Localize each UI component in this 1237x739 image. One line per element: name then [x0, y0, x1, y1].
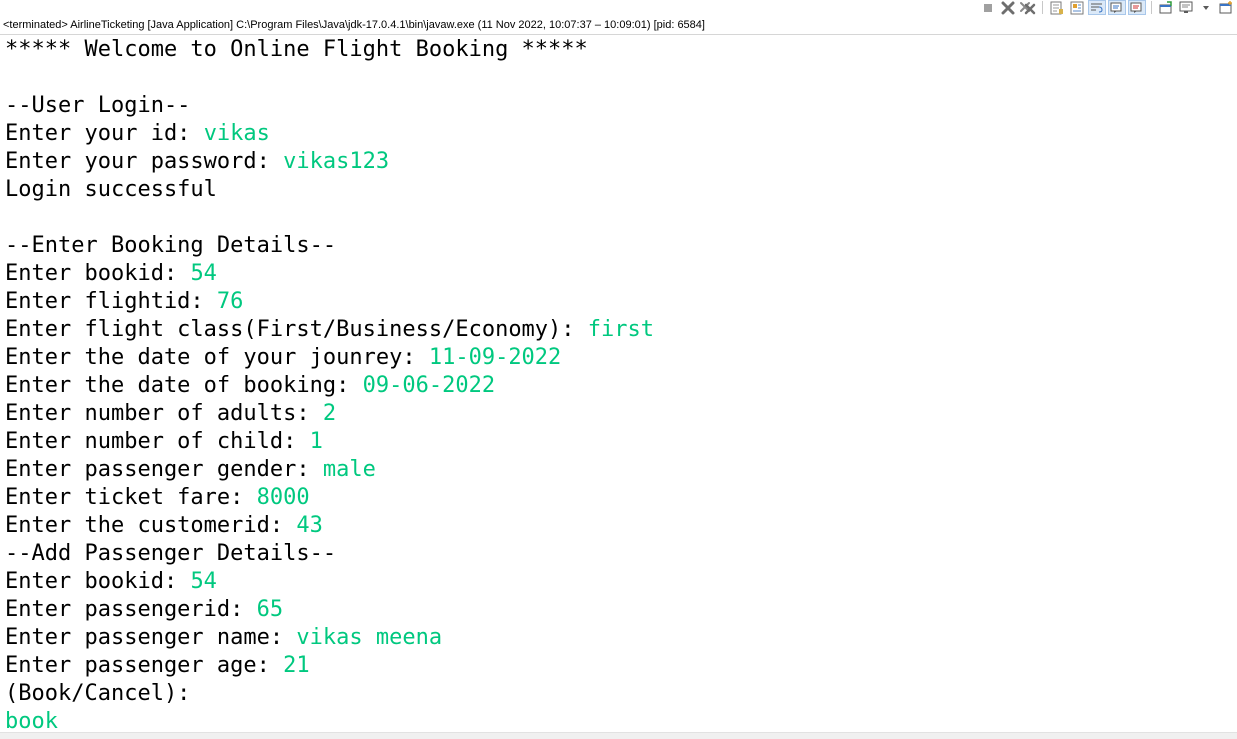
console-line: Enter flight class(First/Business/Econom…	[5, 316, 1237, 344]
dropdown-arrow-icon	[1203, 5, 1209, 10]
console-user-input: 54	[190, 261, 217, 286]
console-line: Enter the customerid: 43	[5, 512, 1237, 540]
process-status-label: <terminated> AirlineTicketing [Java Appl…	[3, 19, 705, 31]
toolbar-separator	[1151, 1, 1152, 14]
console-line: --User Login--	[5, 92, 1237, 120]
console-output-text: Enter passenger gender:	[5, 457, 323, 482]
console-line: Enter bookid: 54	[5, 260, 1237, 288]
console-line: Enter passenger name: vikas meena	[5, 624, 1237, 652]
pin-console-icon	[1159, 1, 1172, 14]
console-output-text: Enter your password:	[5, 149, 284, 174]
console-output-text: --Add Passenger Details--	[5, 541, 337, 566]
console-output-text: Enter the date of your jounrey:	[5, 345, 429, 370]
console-output[interactable]: ***** Welcome to Online Flight Booking *…	[5, 36, 1237, 732]
console-user-input: 43	[296, 513, 323, 538]
console-user-input: 09-06-2022	[362, 373, 496, 398]
remove-launch-icon	[1001, 1, 1015, 14]
horizontal-scrollbar[interactable]	[0, 732, 1237, 739]
word-wrap-icon	[1091, 3, 1103, 13]
console-user-input: book	[5, 709, 58, 732]
toolbar-separator	[1042, 1, 1043, 14]
open-console-icon	[1219, 1, 1232, 14]
console-line: Enter number of child: 1	[5, 428, 1237, 456]
open-console-button[interactable]	[1217, 0, 1235, 15]
console-user-input: 65	[256, 597, 284, 622]
console-output-text: Enter flight class(First/Business/Econom…	[5, 317, 588, 342]
console-output-text: Enter flightid:	[5, 289, 217, 314]
console-header: <terminated> AirlineTicketing [Java Appl…	[0, 0, 1237, 35]
terminate-icon	[984, 3, 992, 12]
clear-console-icon	[1050, 1, 1063, 14]
show-when-stderr-icon	[1130, 2, 1142, 13]
console-user-input: first	[587, 317, 655, 342]
pin-console-button[interactable]	[1157, 0, 1175, 15]
console-output-text: Enter number of child:	[5, 429, 310, 454]
console-line: Enter the date of your jounrey: 11-09-20…	[5, 344, 1237, 372]
console-user-input: 54	[190, 569, 217, 594]
console-output-text: Enter passenger age:	[5, 653, 284, 678]
console-line: Enter flightid: 76	[5, 288, 1237, 316]
console-user-input: male	[322, 457, 376, 482]
console-output-text: Login successful	[5, 177, 217, 202]
console-output-text: Enter number of adults:	[5, 401, 323, 426]
console-line: Enter passenger age: 21	[5, 652, 1237, 680]
console-output-text: Enter passenger name:	[5, 625, 297, 650]
console-output-text: ***** Welcome to Online Flight Booking *…	[5, 37, 588, 62]
console-output-text: Enter bookid:	[5, 261, 191, 286]
console-user-input: vikas123	[283, 149, 390, 174]
console-user-input: 21	[283, 653, 310, 678]
console-output-text: Enter passengerid:	[5, 597, 257, 622]
remove-all-terminated-icon	[1020, 1, 1036, 14]
console-line: Enter passenger gender: male	[5, 456, 1237, 484]
word-wrap-button[interactable]	[1088, 0, 1106, 15]
scroll-lock-icon	[1070, 1, 1084, 14]
remove-all-terminated-button[interactable]	[1019, 0, 1037, 15]
console-output-text: --Enter Booking Details--	[5, 233, 337, 258]
console-user-input: vikas	[203, 121, 270, 146]
scroll-lock-button[interactable]	[1068, 0, 1086, 15]
console-line: --Enter Booking Details--	[5, 232, 1237, 260]
show-console-stderr-button[interactable]	[1128, 0, 1146, 15]
display-console-dropdown[interactable]	[1197, 0, 1215, 15]
console-user-input: vikas meena	[296, 625, 443, 650]
terminate-button[interactable]	[979, 0, 997, 15]
console-line: Enter the date of booking: 09-06-2022	[5, 372, 1237, 400]
clear-console-button[interactable]	[1048, 0, 1066, 15]
console-output-text: (Book/Cancel):	[5, 681, 204, 706]
console-line: Enter ticket fare: 8000	[5, 484, 1237, 512]
console-user-input: 11-09-2022	[428, 345, 562, 370]
console-user-input: 2	[322, 401, 337, 426]
show-console-stdout-button[interactable]	[1108, 0, 1126, 15]
console-line: Enter your id: vikas	[5, 120, 1237, 148]
console-output-text: Enter the customerid:	[5, 513, 297, 538]
console-line: Enter your password: vikas123	[5, 148, 1237, 176]
console-output-text: Enter ticket fare:	[5, 485, 257, 510]
console-output-text: Enter your id:	[5, 121, 204, 146]
display-console-icon	[1179, 1, 1193, 13]
console-output-text: Enter bookid:	[5, 569, 191, 594]
console-line: --Add Passenger Details--	[5, 540, 1237, 568]
console-output-text: Enter the date of booking:	[5, 373, 363, 398]
console-toolbar	[979, 0, 1235, 15]
console-output-text: --User Login--	[5, 93, 191, 118]
console-line: Enter bookid: 54	[5, 568, 1237, 596]
console-user-input: 1	[309, 429, 323, 454]
console-line: ***** Welcome to Online Flight Booking *…	[5, 36, 1237, 64]
console-line: (Book/Cancel):	[5, 680, 1237, 708]
console-user-input: 76	[216, 289, 244, 314]
console-user-input: 8000	[256, 485, 310, 510]
console-line: Enter number of adults: 2	[5, 400, 1237, 428]
show-when-stdout-icon	[1110, 2, 1122, 13]
console-view: <terminated> AirlineTicketing [Java Appl…	[0, 0, 1237, 739]
console-line: book	[5, 708, 1237, 732]
console-line: Enter passengerid: 65	[5, 596, 1237, 624]
display-console-button[interactable]	[1177, 0, 1195, 15]
console-line: Login successful	[5, 176, 1237, 204]
remove-launch-button[interactable]	[999, 0, 1017, 15]
